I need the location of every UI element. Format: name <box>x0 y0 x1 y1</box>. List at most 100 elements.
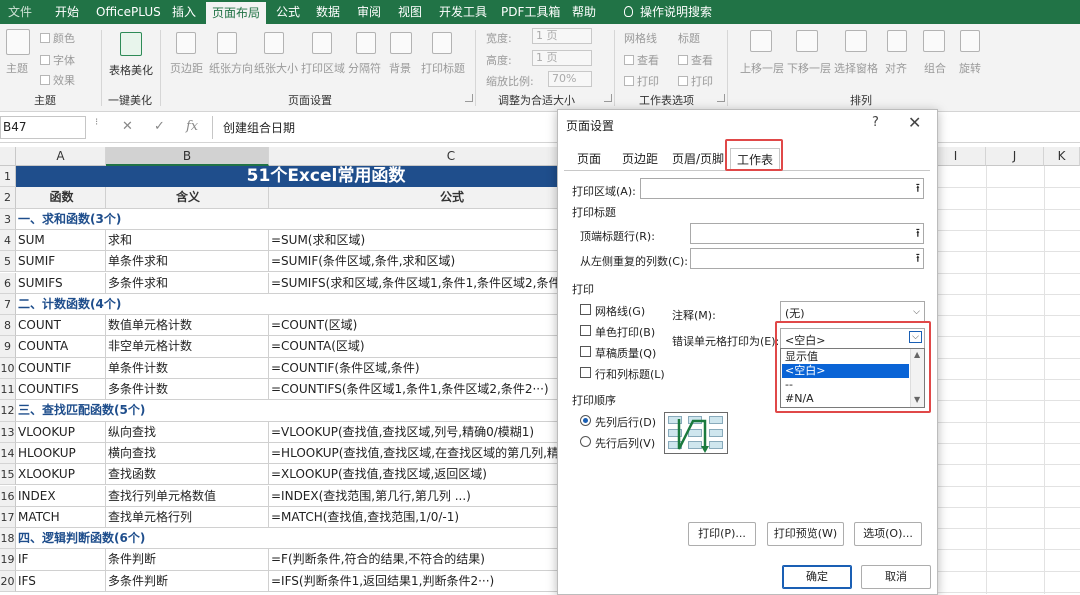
help-icon[interactable]: ? <box>872 115 879 130</box>
row-header[interactable]: 11 <box>0 379 16 401</box>
gridlines-view-checkbox[interactable]: 查看 <box>624 52 659 68</box>
name-box-dropdown-icon[interactable]: ⁝ <box>95 117 98 128</box>
meaning-cell[interactable]: 非空单元格计数 <box>106 336 269 358</box>
tab-review[interactable]: 审阅 <box>357 0 381 24</box>
dialog-tab-sheet[interactable]: 工作表 <box>730 148 781 171</box>
print-button[interactable]: 打印(P)... <box>688 522 756 546</box>
tab-officeplus[interactable]: OfficePLUS <box>96 0 161 24</box>
scale-launcher-icon[interactable] <box>604 94 612 102</box>
row-header[interactable]: 2 <box>0 187 16 209</box>
row-header[interactable]: 8 <box>0 315 16 337</box>
send-backward-button[interactable]: 下移一层 <box>787 60 831 76</box>
rows-to-repeat-input[interactable]: ⭱ <box>690 223 924 244</box>
row-header[interactable]: 12 <box>0 400 16 422</box>
function-name-cell[interactable]: IF <box>16 549 106 571</box>
column-header-k[interactable]: K <box>1044 147 1080 166</box>
enter-icon[interactable]: ✓ <box>154 119 165 134</box>
function-name-cell[interactable]: COUNTIFS <box>16 379 106 401</box>
tab-home[interactable]: 开始 <box>55 0 79 24</box>
section-heading[interactable]: 三、查找匹配函数(5个) <box>16 400 634 422</box>
table-beautify-button[interactable]: 表格美化 <box>109 62 153 78</box>
meaning-cell[interactable]: 横向查找 <box>106 442 269 465</box>
tab-page-layout[interactable]: 页面布局 <box>206 0 267 24</box>
function-name-cell[interactable]: XLOOKUP <box>16 464 106 486</box>
tab-developer[interactable]: 开发工具 <box>439 0 487 24</box>
insert-function-icon[interactable]: fx <box>186 119 198 134</box>
column-header-b[interactable]: B <box>106 147 269 166</box>
print-area-input[interactable]: ⭱ <box>640 178 924 199</box>
row-header[interactable]: 4 <box>0 229 16 252</box>
meaning-cell[interactable]: 单条件求和 <box>106 251 269 273</box>
dialog-tab-header-footer[interactable]: 页眉/页脚 <box>672 148 724 170</box>
themes-button[interactable]: 主题 <box>6 60 28 76</box>
rotate-icon[interactable] <box>960 30 980 52</box>
row-header[interactable]: 6 <box>0 272 16 294</box>
orientation-icon[interactable] <box>217 32 237 54</box>
meaning-cell[interactable]: 查找函数 <box>106 464 269 486</box>
margins-button[interactable]: 页边距 <box>170 60 203 76</box>
width-select[interactable]: 1 页 <box>532 28 592 44</box>
rotate-button[interactable]: 旋转 <box>959 60 981 76</box>
send-backward-icon[interactable] <box>796 30 818 52</box>
tab-formulas[interactable]: 公式 <box>276 0 300 24</box>
row-header[interactable]: 19 <box>0 549 16 571</box>
headings-view-checkbox[interactable]: 查看 <box>678 52 713 68</box>
function-name-cell[interactable]: SUMIF <box>16 251 106 273</box>
page-setup-launcher-icon[interactable] <box>465 94 473 102</box>
row-header[interactable]: 10 <box>0 357 16 379</box>
scroll-up-icon[interactable]: ▲ <box>914 350 920 359</box>
row-header[interactable]: 5 <box>0 251 16 273</box>
selection-pane-icon[interactable] <box>845 30 867 52</box>
dialog-tab-page[interactable]: 页面 <box>577 148 601 170</box>
row-header[interactable]: 9 <box>0 336 16 358</box>
section-heading[interactable]: 一、求和函数(3个) <box>16 208 634 230</box>
collapse-dialog-icon[interactable]: ⭱ <box>916 182 920 195</box>
meaning-cell[interactable]: 多条件计数 <box>106 379 269 401</box>
meaning-cell[interactable]: 数值单元格计数 <box>106 315 269 337</box>
tell-me-search[interactable]: 操作说明搜索 <box>622 0 712 24</box>
tab-data[interactable]: 数据 <box>316 0 340 24</box>
tab-insert[interactable]: 插入 <box>172 0 196 24</box>
row-col-headings-checkbox[interactable] <box>580 367 591 378</box>
size-button[interactable]: 纸张大小 <box>254 60 298 76</box>
options-button[interactable]: 选项(O)... <box>854 522 922 546</box>
themes-icon[interactable] <box>6 29 30 55</box>
tab-view[interactable]: 视图 <box>398 0 422 24</box>
row-header[interactable]: 16 <box>0 485 16 507</box>
print-preview-button[interactable]: 打印预览(W) <box>767 522 844 546</box>
collapse-dialog-icon[interactable]: ⭱ <box>916 227 920 240</box>
bring-forward-button[interactable]: 上移一层 <box>740 60 784 76</box>
close-icon[interactable]: ✕ <box>908 113 921 132</box>
selection-pane-button[interactable]: 选择窗格 <box>834 60 878 76</box>
section-heading[interactable]: 二、计数函数(4个) <box>16 293 634 316</box>
group-button[interactable]: 组合 <box>924 60 946 76</box>
align-icon[interactable] <box>887 30 907 52</box>
size-icon[interactable] <box>264 32 284 54</box>
ok-button[interactable]: 确定 <box>782 565 852 589</box>
chevron-down-icon[interactable]: ⌵ <box>909 331 922 343</box>
gridlines-checkbox[interactable] <box>580 304 591 315</box>
align-button[interactable]: 对齐 <box>885 60 907 76</box>
cell-errors-select[interactable]: <空白> ⌵ <box>780 328 925 350</box>
group-icon[interactable] <box>923 30 945 52</box>
colors-button[interactable]: 颜色 <box>40 30 75 46</box>
gridlines-print-checkbox[interactable]: 打印 <box>624 73 659 89</box>
meaning-cell[interactable]: 求和 <box>106 229 269 252</box>
header-meaning[interactable]: 含义 <box>106 187 269 209</box>
name-box[interactable]: B47 <box>0 116 86 139</box>
background-icon[interactable] <box>390 32 412 54</box>
section-heading[interactable]: 四、逻辑判断函数(6个) <box>16 528 634 550</box>
sheet-title[interactable]: 51个Excel常用函数 <box>16 166 634 188</box>
tab-pdf-tools[interactable]: PDF工具箱 <box>501 0 560 24</box>
dialog-tab-margins[interactable]: 页边距 <box>622 148 658 170</box>
cancel-icon[interactable]: ✕ <box>122 119 133 134</box>
function-name-cell[interactable]: HLOOKUP <box>16 442 106 465</box>
cols-to-repeat-input[interactable]: ⭱ <box>690 248 924 269</box>
collapse-dialog-icon[interactable]: ⭱ <box>916 252 920 265</box>
orientation-button[interactable]: 纸张方向 <box>209 60 253 76</box>
scale-input[interactable]: 70% <box>548 71 592 87</box>
black-white-checkbox[interactable] <box>580 325 591 336</box>
select-all-corner[interactable] <box>0 147 16 166</box>
option-blank[interactable]: <空白> <box>782 364 909 378</box>
row-header[interactable]: 14 <box>0 442 16 465</box>
